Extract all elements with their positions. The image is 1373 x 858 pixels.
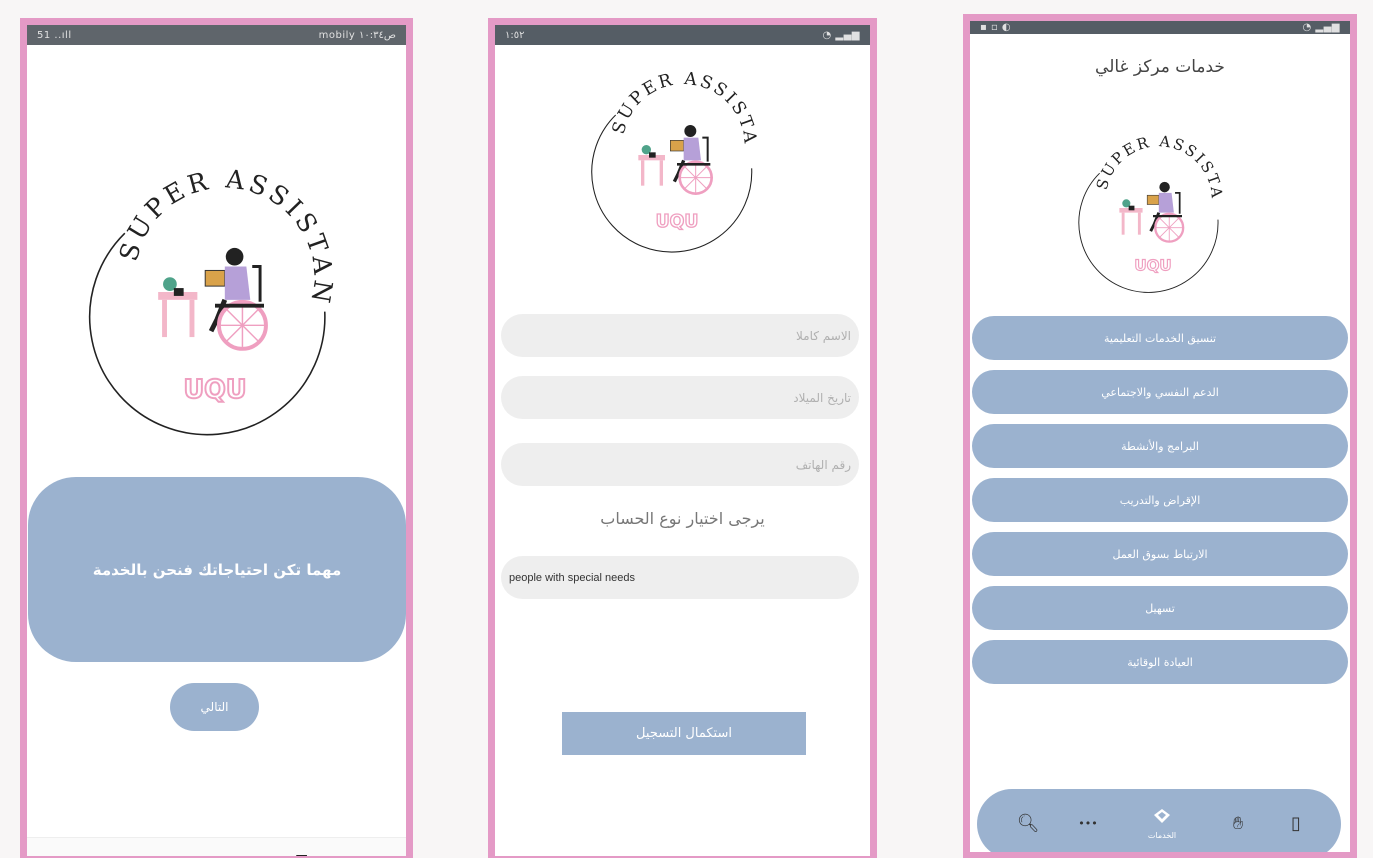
status-time: ١:٥٢ (505, 29, 525, 41)
status-bar: ▪ ▫ ◐ ◔ ▂▄▆ (970, 21, 1350, 34)
service-item-job-market[interactable]: الارتباط بسوق العمل (972, 532, 1348, 576)
service-item-psych-support[interactable]: الدعم النفسي والاجتماعي (972, 370, 1348, 414)
recent-square-icon[interactable]: ■ (295, 852, 308, 856)
birth-date-input[interactable]: تاريخ الميلاد (501, 376, 859, 419)
services-icon[interactable]: الخدمات (1137, 789, 1187, 852)
svg-text:SUPER ASSISTANT: SUPER ASSISTANT (1066, 121, 1226, 201)
super-assistant-logo: SUPER ASSISTANT UQU (68, 145, 362, 439)
diamond-heart-icon (1153, 808, 1171, 829)
status-indicators: 51 ..ıll (37, 29, 72, 41)
app-logo: SUPER ASSISTANT UQU (68, 135, 362, 438)
page-title: خدمات مركز غالي (1095, 57, 1225, 77)
sign-language-hand-icon[interactable]: ✋︎ (1223, 789, 1253, 852)
uqu-badge: UQU (1134, 257, 1171, 275)
status-bar: 51 ..ıll mobily ص١٠:٣٤ (27, 25, 406, 45)
super-assistant-logo: SUPER ASSISTANT UQU (1066, 121, 1240, 295)
account-type-select[interactable]: people with special needs (501, 556, 859, 599)
back-triangle-icon[interactable]: ◀ (119, 852, 131, 856)
phone-screen-welcome: 51 ..ıll mobily ص١٠:٣٤ SUPER ASSISTANT (20, 18, 413, 858)
services-nav-label: الخدمات (1147, 831, 1177, 840)
uqu-badge: UQU (183, 375, 246, 405)
next-button[interactable]: التالي (170, 683, 259, 731)
service-item-programs[interactable]: البرامج والأنشطة (972, 424, 1348, 468)
service-item-facilitation[interactable]: تسهيل (972, 586, 1348, 630)
service-item-education[interactable]: تنسيق الخدمات التعليمية (972, 316, 1348, 360)
map-icon[interactable]: ▯ (1281, 789, 1311, 852)
service-item-lending[interactable]: الإقراض والتدريب (972, 478, 1348, 522)
super-assistant-logo: SUPER ASSISTANT UQU (577, 55, 777, 255)
home-circle-icon[interactable]: ◉ (207, 852, 221, 856)
status-indicators-right: ◔ ▂▄▆ (1302, 22, 1340, 33)
slogan-text: مهما تكن احتياجاتك فنحن بالخدمة (92, 560, 342, 579)
uqu-badge: UQU (656, 212, 699, 232)
phone-screen-register: ١:٥٢ ◔ ▂▄▆ SUPER ASSISTANT UQU الا (488, 18, 877, 858)
complete-registration-button[interactable]: استكمال التسجيل (562, 712, 806, 755)
bottom-nav: 🔍︎ ••• الخدمات ✋︎ ▯ (977, 789, 1341, 852)
status-bar: ١:٥٢ ◔ ▂▄▆ (495, 25, 870, 45)
search-icon[interactable]: 🔍︎ (1013, 789, 1043, 852)
svg-text:SUPER ASSISTANT: SUPER ASSISTANT (577, 55, 760, 147)
more-icon[interactable]: ••• (1073, 789, 1103, 852)
status-indicators: ◔ ▂▄▆ (822, 29, 860, 41)
system-nav-bar: ◀ ◉ ■ (27, 837, 406, 856)
status-time-carrier: mobily ص١٠:٣٤ (318, 29, 396, 41)
status-indicators-left: ▪ ▫ ◐ (980, 22, 1012, 33)
svg-text:SUPER ASSISTANT: SUPER ASSISTANT (68, 145, 338, 309)
phone-number-input[interactable]: رقم الهاتف (501, 443, 859, 486)
account-type-prompt: يرجى اختيار نوع الحساب (600, 509, 765, 528)
service-item-clinic[interactable]: العيادة الوقائية (972, 640, 1348, 684)
slogan-card: مهما تكن احتياجاتك فنحن بالخدمة (28, 477, 406, 662)
phone-screen-services: ▪ ▫ ◐ ◔ ▂▄▆ خدمات مركز غالي SUPER ASSIST… (963, 14, 1357, 858)
full-name-input[interactable]: الاسم كاملا (501, 314, 859, 357)
